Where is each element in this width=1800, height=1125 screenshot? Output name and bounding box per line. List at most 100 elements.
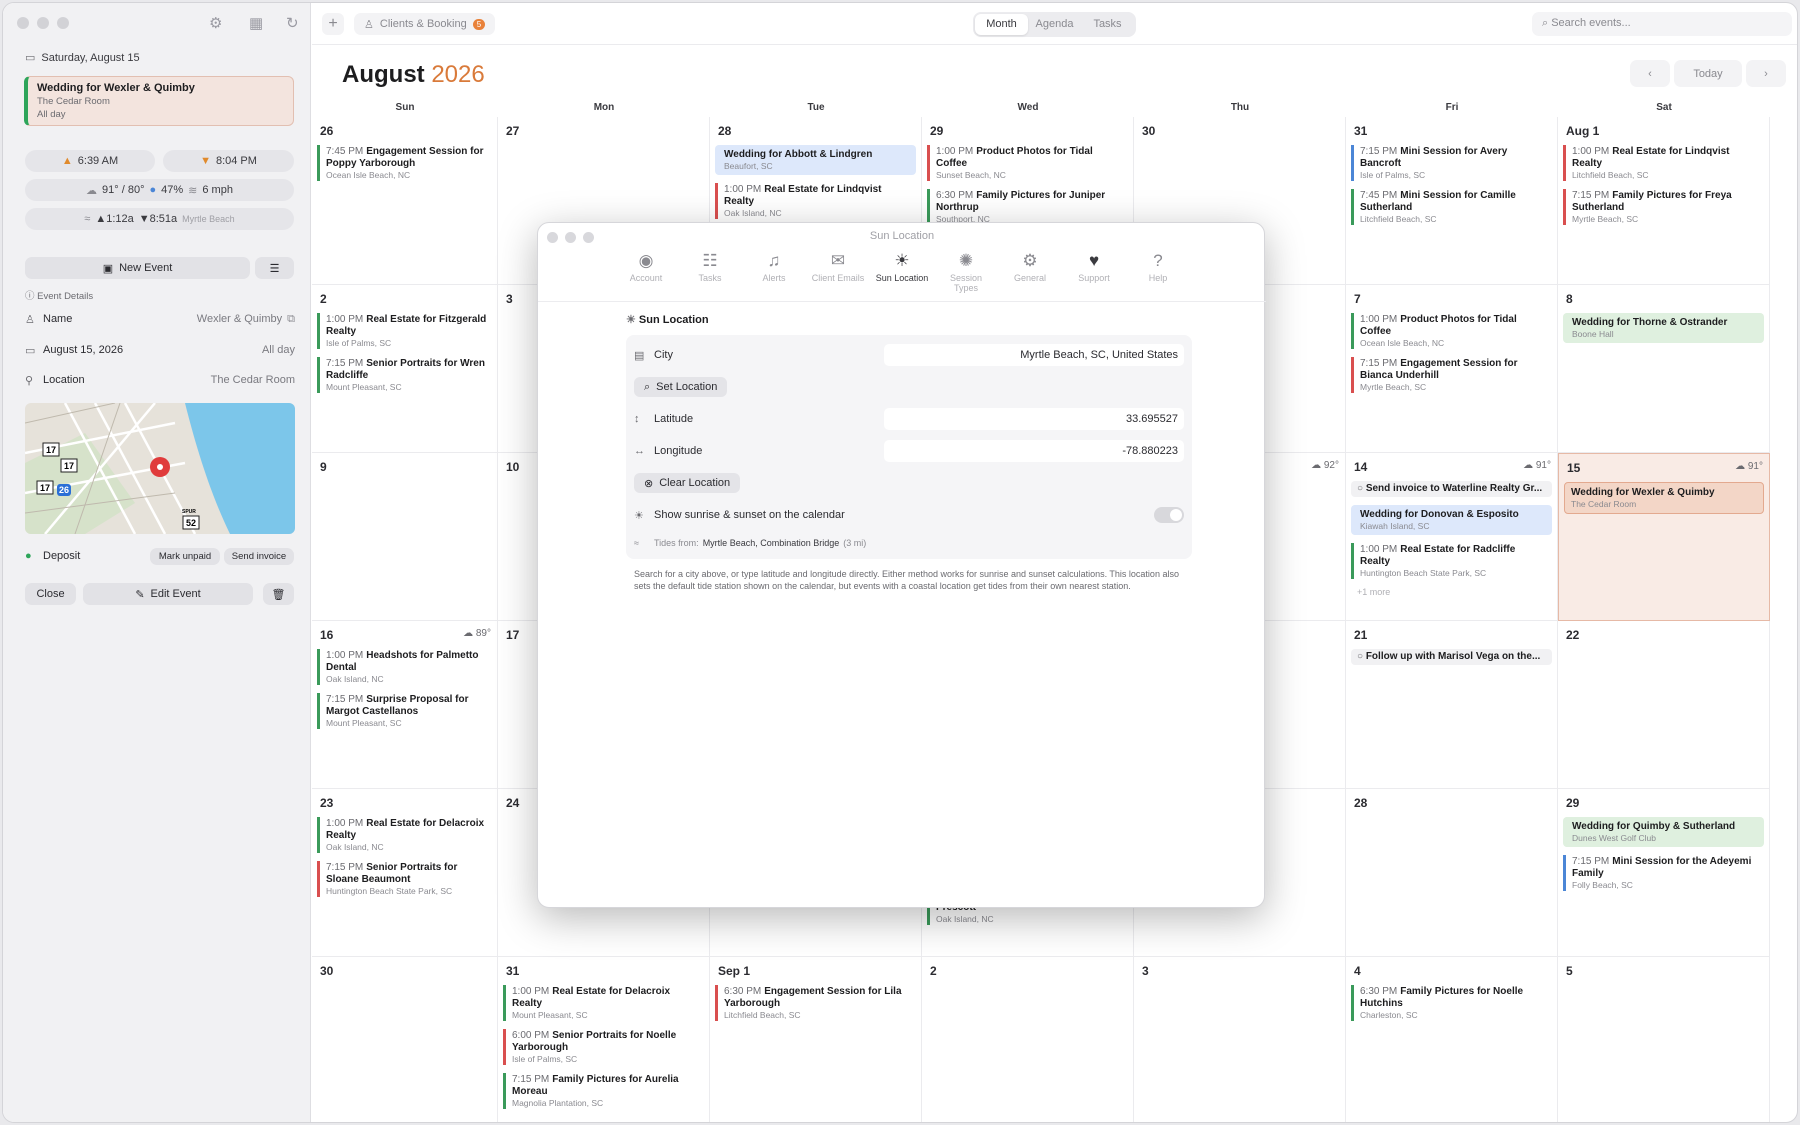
day-cell[interactable]: 16 ☁ 89° 1:00 PM Headshots for Palmetto Den… — [312, 621, 498, 789]
calendar-event[interactable]: 1:00 PM Real Estate for Fitzgerald Realty… — [317, 313, 492, 349]
day-cell[interactable]: 22 — [1558, 621, 1770, 789]
day-cell[interactable]: 8 Wedding for Thorne & Ostrander Boone Hal… — [1558, 285, 1770, 453]
calendar-event[interactable]: 7:15 PM Family Pictures for Freya Sutherl… — [1563, 189, 1764, 225]
today-button[interactable]: Today — [1674, 60, 1742, 87]
city-field[interactable]: Myrtle Beach, SC, United States — [884, 344, 1184, 366]
day-cell[interactable]: 14 ☁ 91° Send invoice to Waterline Realty … — [1346, 453, 1558, 621]
task-item[interactable]: Send invoice to Waterline Realty Gr... — [1351, 481, 1552, 497]
day-cell[interactable]: 21 Follow up with Marisol Vega on the... — [1346, 621, 1558, 789]
calendar-event[interactable]: 7:15 PM Mini Session for the Adeyemi Fami… — [1563, 855, 1764, 891]
new-event-button[interactable]: ▣ New Event — [25, 257, 250, 279]
prev-month-button[interactable]: ‹ — [1630, 60, 1670, 87]
day-cell[interactable]: 2 1:00 PM Real Estate for Fitzgerald Realt… — [312, 285, 498, 453]
tab-tasks-settings[interactable]: ☷ Tasks — [683, 251, 737, 293]
tab-session-types[interactable]: ✺ Session Types — [939, 251, 993, 293]
day-cell[interactable]: 28 — [1346, 789, 1558, 957]
search-input[interactable]: ⌕ Search events... — [1532, 12, 1792, 36]
day-cell[interactable]: 29 Wedding for Quimby & Sutherland Dunes W… — [1558, 789, 1770, 957]
calendar-event[interactable]: 6:30 PM Family Pictures for Juniper North… — [927, 189, 1128, 225]
set-location-button[interactable]: ⌕ Set Location — [634, 377, 728, 397]
calendar-event[interactable]: Wedding for Thorne & Ostrander Boone Hall — [1563, 313, 1764, 343]
detail-row-location: ⚲ Location The Cedar Room — [25, 368, 295, 392]
calendar-event[interactable]: Wedding for Donovan & Esposito Kiawah Isl… — [1351, 505, 1552, 535]
next-month-button[interactable]: › — [1746, 60, 1786, 87]
day-cell[interactable]: 7 1:00 PM Product Photos for Tidal Coffee O… — [1346, 285, 1558, 453]
sunrise-toggle-row: ☀ Show sunrise & sunset on the calendar — [634, 499, 1184, 531]
edit-event-button[interactable]: ✎ Edit Event — [83, 583, 253, 605]
close-window-button[interactable] — [17, 17, 29, 29]
tab-account[interactable]: ◉ Account — [619, 251, 673, 293]
day-cell[interactable]: 4 6:30 PM Family Pictures for Noelle Hutch… — [1346, 957, 1558, 1122]
tab-help[interactable]: ? Help — [1131, 251, 1185, 293]
tab-sun-location[interactable]: ☀ Sun Location — [875, 251, 929, 293]
day-cell[interactable]: Aug 1 1:00 PM Real Estate for Lindqvist Re… — [1558, 117, 1770, 285]
calendar-event[interactable]: 7:15 PM Senior Portraits for Sloane Beaum… — [317, 861, 492, 897]
tab-month[interactable]: Month — [975, 14, 1028, 35]
zoom-window-button[interactable] — [57, 17, 69, 29]
calendar-event[interactable]: 1:00 PM Product Photos for Tidal Coffee Oc… — [1351, 313, 1552, 349]
delete-button[interactable]: 🗑 — [263, 583, 294, 605]
event-list: 1:00 PM Product Photos for Tidal Coffee Oc… — [1351, 313, 1552, 401]
refresh-icon[interactable]: ↻ — [286, 14, 299, 32]
day-cell[interactable]: 30 — [312, 957, 498, 1122]
day-cell[interactable]: 23 1:00 PM Real Estate for Delacroix Realt… — [312, 789, 498, 957]
mark-unpaid-button[interactable]: Mark unpaid — [150, 548, 220, 565]
latitude-row: ↕ Latitude 33.695527 — [634, 403, 1184, 435]
copy-icon[interactable]: ⧉ — [287, 313, 295, 326]
calendar-event[interactable]: 1:00 PM Product Photos for Tidal Coffee Su… — [927, 145, 1128, 181]
tab-agenda[interactable]: Agenda — [1028, 14, 1081, 35]
day-cell[interactable]: Sep 1 6:30 PM Engagement Session for Lila … — [710, 957, 922, 1122]
calendar-event[interactable]: 1:00 PM Real Estate for Lindqvist Realty L… — [1563, 145, 1764, 181]
calendar-event[interactable]: 1:00 PM Headshots for Palmetto Dental Oak … — [317, 649, 492, 685]
app-window: ⚙ ▦ ↻ ▭ Saturday, August 15 Wedding for W… — [2, 2, 1798, 1123]
calendar-event[interactable]: Wedding for Quimby & Sutherland Dunes Wes… — [1563, 817, 1764, 847]
tab-client-emails[interactable]: ✉ Client Emails — [811, 251, 865, 293]
pencil-icon: ✎ — [135, 588, 145, 601]
calendar-event[interactable]: 7:15 PM Surprise Proposal for Margot Cast… — [317, 693, 492, 729]
plus-icon[interactable]: + — [322, 13, 344, 35]
location-map[interactable]: 17 17 17 26 52 SPUR — [25, 403, 295, 534]
clients-booking-button[interactable]: ♙ Clients & Booking 5 — [354, 13, 496, 35]
latitude-field[interactable]: 33.695527 — [884, 408, 1184, 430]
tab-support[interactable]: ♥ Support — [1067, 251, 1121, 293]
day-cell[interactable]: 3 — [1134, 957, 1346, 1122]
calendar-event[interactable]: 7:15 PM Senior Portraits for Wren Radclif… — [317, 357, 492, 393]
calendar-event[interactable]: 7:45 PM Engagement Session for Poppy Yarb… — [317, 145, 492, 181]
clear-location-button[interactable]: ⊗ Clear Location — [634, 473, 741, 493]
gear-icon[interactable]: ⚙ — [209, 14, 222, 32]
calendar-event[interactable]: Wedding for Wexler & Quimby The Cedar Roo… — [1564, 482, 1764, 514]
calendar-event[interactable]: 7:45 PM Mini Session for Camille Sutherla… — [1351, 189, 1552, 225]
day-cell[interactable]: 5 — [1558, 957, 1770, 1122]
calendar-event[interactable]: 6:30 PM Family Pictures for Noelle Hutchi… — [1351, 985, 1552, 1021]
calendar-event[interactable]: 1:00 PM Real Estate for Delacroix Realty O… — [317, 817, 492, 853]
day-cell[interactable]: 26 7:45 PM Engagement Session for Poppy Ya… — [312, 117, 498, 285]
tab-alerts[interactable]: ♫ Alerts — [747, 251, 801, 293]
longitude-field[interactable]: -78.880223 — [884, 440, 1184, 462]
calendar-event[interactable]: 7:15 PM Family Pictures for Aurelia Morea… — [503, 1073, 704, 1109]
send-invoice-button[interactable]: Send invoice — [224, 548, 294, 565]
day-cell[interactable]: 15 ☁ 91° Wedding for Wexler & Quimby The Ce… — [1558, 453, 1770, 621]
calendar-event[interactable]: 7:15 PM Engagement Session for Bianca Und… — [1351, 357, 1552, 393]
calendar-event[interactable]: Wedding for Abbott & Lindgren Beaufort, S… — [715, 145, 916, 175]
selected-event-card[interactable]: Wedding for Wexler & Quimby The Cedar Ro… — [24, 76, 294, 126]
calendar-event[interactable]: 6:30 PM Engagement Session for Lila Yarbo… — [715, 985, 916, 1021]
list-view-button[interactable]: ☰ — [255, 257, 294, 279]
calendar-event[interactable]: 6:00 PM Senior Portraits for Noelle Yarbo… — [503, 1029, 704, 1065]
sunrise-toggle[interactable] — [1154, 507, 1184, 523]
tab-general[interactable]: ⚙ General — [1003, 251, 1057, 293]
day-cell[interactable]: 9 — [312, 453, 498, 621]
more-events-link[interactable]: +1 more — [1357, 587, 1552, 597]
task-item[interactable]: Follow up with Marisol Vega on the... — [1351, 649, 1552, 665]
calendar-event[interactable]: 1:00 PM Real Estate for Lindqvist Realty O… — [715, 183, 916, 219]
calendar-event[interactable]: 1:00 PM Real Estate for Radcliffe Realty H… — [1351, 543, 1552, 579]
day-cell[interactable]: 31 7:15 PM Mini Session for Avery Bancroft… — [1346, 117, 1558, 285]
dialog-title: Sun Location — [869, 230, 935, 242]
minimize-window-button[interactable] — [37, 17, 49, 29]
day-cell[interactable]: 2 — [922, 957, 1134, 1122]
calendar-event[interactable]: 1:00 PM Real Estate for Delacroix Realty M… — [503, 985, 704, 1021]
close-button[interactable]: Close — [25, 583, 76, 605]
calendar-event[interactable]: 7:15 PM Mini Session for Avery Bancroft Is… — [1351, 145, 1552, 181]
calendar-icon[interactable]: ▦ — [249, 14, 263, 32]
tab-tasks[interactable]: Tasks — [1081, 14, 1134, 35]
day-cell[interactable]: 31 1:00 PM Real Estate for Delacroix Realt… — [498, 957, 710, 1122]
